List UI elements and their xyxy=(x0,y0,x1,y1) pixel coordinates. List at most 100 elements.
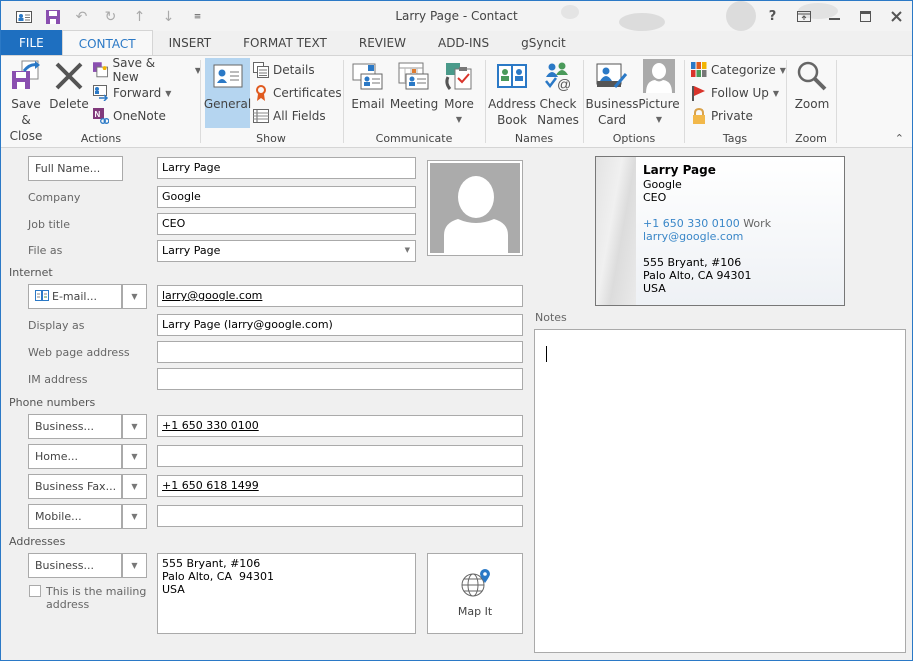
tab-add-ins[interactable]: ADD-INS xyxy=(422,30,505,56)
email-field[interactable]: larry@google.com xyxy=(157,285,523,307)
web-page-field[interactable] xyxy=(157,341,523,363)
details-button[interactable]: Details xyxy=(253,59,315,81)
ribbon-display-options-icon[interactable] xyxy=(788,1,819,31)
text-cursor xyxy=(546,346,547,362)
job-title-field[interactable]: CEO xyxy=(157,213,416,235)
zoom-button[interactable]: Zoom xyxy=(791,58,833,112)
phone-type-dropdown[interactable]: ▼ xyxy=(122,444,147,469)
address-book-label-2: Book xyxy=(497,113,527,127)
group-names: Address Book @ Check Names Names xyxy=(486,56,582,148)
phone-field-business-fax[interactable]: +1 650 618 1499 xyxy=(157,475,523,497)
tab-insert[interactable]: INSERT xyxy=(153,30,228,56)
tab-review[interactable]: REVIEW xyxy=(343,30,422,56)
check-names-icon: @ xyxy=(541,58,575,94)
save-close-icon xyxy=(9,58,43,94)
address-book-button[interactable]: Address Book xyxy=(488,58,536,128)
phone-type-dropdown[interactable]: ▼ xyxy=(122,504,147,529)
general-button[interactable]: General xyxy=(204,58,251,128)
help-icon[interactable]: ? xyxy=(757,1,788,31)
save-close-label: Save & xyxy=(11,97,41,127)
phone-field-business[interactable]: +1 650 330 0100 xyxy=(157,415,523,437)
business-card-preview[interactable]: Larry Page Google CEO +1 650 330 0100 Wo… xyxy=(595,156,845,306)
card-address-2: Palo Alto, CA 94301 xyxy=(643,269,752,282)
delete-icon xyxy=(52,58,86,94)
phone-type-button-home[interactable]: Home... xyxy=(28,444,122,469)
tab-format-text[interactable]: FORMAT TEXT xyxy=(227,30,343,56)
notes-field[interactable] xyxy=(534,329,906,653)
tab-file[interactable]: FILE xyxy=(1,30,62,56)
picture-button[interactable]: Picture ▼ xyxy=(637,58,681,128)
phone-type-button-mobile[interactable]: Mobile... xyxy=(28,504,122,529)
private-button[interactable]: Private xyxy=(691,105,753,127)
picture-dropdown-icon: ▼ xyxy=(655,115,663,124)
full-name-field[interactable]: Larry Page xyxy=(157,157,416,179)
maximize-icon[interactable] xyxy=(850,1,881,31)
close-icon[interactable] xyxy=(881,1,912,31)
business-card-button[interactable]: Business Card xyxy=(585,58,639,128)
phone-field-mobile[interactable] xyxy=(157,505,523,527)
picture-icon xyxy=(642,58,676,94)
file-as-select[interactable]: Larry Page ▼ xyxy=(157,240,416,262)
certificate-icon xyxy=(256,85,266,101)
phone-type-dropdown[interactable]: ▼ xyxy=(122,414,147,439)
onenote-icon: N xyxy=(93,108,109,124)
all-fields-icon xyxy=(253,109,269,123)
web-page-label: Web page address xyxy=(28,346,130,359)
file-as-value: Larry Page xyxy=(162,244,221,257)
map-it-button[interactable]: Map It xyxy=(427,553,523,634)
forward-button[interactable]: Forward ▼ xyxy=(93,82,171,104)
phone-field-home[interactable] xyxy=(157,445,523,467)
delete-button[interactable]: Delete xyxy=(49,58,89,112)
all-fields-button[interactable]: All Fields xyxy=(253,105,326,127)
card-phone-type: Work xyxy=(743,217,772,230)
save-new-button[interactable]: Save & New ▼ xyxy=(93,56,201,84)
mailing-address-label-1: This is the mailing xyxy=(46,585,147,598)
categorize-button[interactable]: Categorize ▼ xyxy=(691,59,786,81)
email-type-button[interactable]: E-mail... xyxy=(28,284,122,309)
check-names-button[interactable]: @ Check Names xyxy=(537,58,579,128)
phone-type-button-business[interactable]: Business... xyxy=(28,414,122,439)
mailing-address-checkbox[interactable] xyxy=(29,585,41,597)
card-address-1: 555 Bryant, #106 xyxy=(643,256,742,269)
follow-up-dropdown-icon: ▼ xyxy=(772,88,780,98)
delete-label: Delete xyxy=(49,97,89,111)
categorize-icon xyxy=(691,62,707,77)
email-value: larry@google.com xyxy=(162,289,263,302)
address-field[interactable]: 555 Bryant, #106 Palo Alto, CA 94301 USA xyxy=(157,553,416,634)
company-label: Company xyxy=(28,191,81,204)
tab-contact[interactable]: CONTACT xyxy=(61,30,153,56)
svg-text:N: N xyxy=(95,110,101,119)
display-as-field[interactable]: Larry Page (larry@google.com) xyxy=(157,314,523,336)
more-label: More xyxy=(444,97,474,111)
company-field[interactable]: Google xyxy=(157,186,416,208)
certificates-button[interactable]: Certificates xyxy=(253,82,342,104)
im-address-field[interactable] xyxy=(157,368,523,390)
onenote-button[interactable]: N OneNote xyxy=(93,105,166,127)
phone-type-dropdown[interactable]: ▼ xyxy=(122,474,147,499)
tab-gsyncit[interactable]: gSyncit xyxy=(505,30,582,56)
map-it-label: Map It xyxy=(457,605,493,618)
collapse-ribbon-icon[interactable]: ⌃ xyxy=(895,132,904,145)
more-icon xyxy=(442,58,476,94)
contact-photo[interactable] xyxy=(427,160,523,256)
email-button[interactable]: Email xyxy=(349,58,387,112)
business-card-label-2: Card xyxy=(597,113,627,127)
address-type-dropdown[interactable]: ▼ xyxy=(122,553,147,578)
business-card-label-1: Business xyxy=(585,97,639,111)
lock-icon xyxy=(693,108,705,124)
full-name-button[interactable]: Full Name... xyxy=(28,156,123,181)
details-icon xyxy=(253,62,269,78)
card-title: CEO xyxy=(643,191,667,204)
more-button[interactable]: More ▼ xyxy=(441,58,477,128)
address-type-button[interactable]: Business... xyxy=(28,553,122,578)
email-type-dropdown[interactable]: ▼ xyxy=(122,284,147,309)
minimize-icon[interactable] xyxy=(819,1,850,31)
notes-label: Notes xyxy=(535,311,567,324)
certificates-label: Certificates xyxy=(273,86,342,100)
title-bar: ↶ ↻ ↑ ↓ ≡ Larry Page - Contact ? xyxy=(1,1,912,31)
phone-type-button-business-fax[interactable]: Business Fax... xyxy=(28,474,122,499)
meeting-button[interactable]: Meeting xyxy=(390,58,438,112)
follow-up-button[interactable]: Follow Up ▼ xyxy=(691,82,779,104)
business-card-icon xyxy=(595,58,629,94)
card-email: larry@google.com xyxy=(643,230,744,243)
